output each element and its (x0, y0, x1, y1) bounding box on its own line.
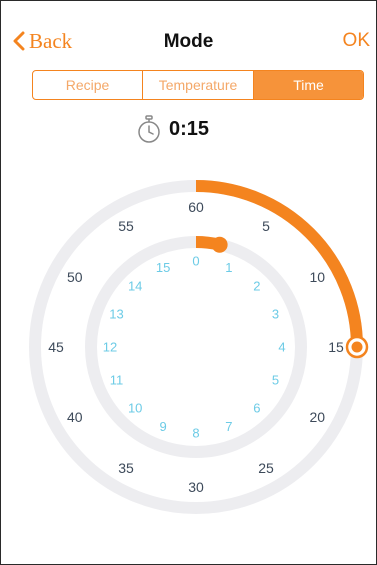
app-screen: Back Mode OK Recipe Temperature Time 0:1… (0, 0, 377, 565)
minute-tick-label: 30 (188, 479, 204, 495)
hour-tick-label: 14 (128, 279, 142, 294)
hour-tick-label: 8 (192, 426, 199, 441)
hour-tick-label: 12 (103, 340, 117, 355)
minute-tick-label: 15 (328, 339, 344, 355)
hour-tick-label: 0 (192, 254, 199, 269)
hour-tick-label: 2 (253, 279, 260, 294)
minute-tick-label: 60 (188, 199, 204, 215)
hour-tick-label: 1 (225, 260, 232, 275)
hour-tick-label: 4 (278, 340, 285, 355)
hours-drag-handle[interactable] (211, 236, 228, 253)
hour-tick-label: 15 (156, 260, 170, 275)
minutes-drag-handle-dot (351, 341, 363, 353)
hour-tick-label: 3 (272, 307, 279, 322)
minute-tick-label: 45 (48, 339, 64, 355)
minute-tick-label: 35 (118, 460, 134, 476)
minute-tick-label: 40 (67, 409, 83, 425)
minute-tick-label: 20 (309, 409, 325, 425)
hour-tick-label: 5 (272, 372, 279, 387)
hour-tick-label: 6 (253, 400, 260, 415)
hour-tick-label: 9 (159, 419, 166, 434)
minute-tick-label: 10 (309, 269, 325, 285)
minute-tick-label: 50 (67, 269, 83, 285)
hour-tick-label: 10 (128, 400, 142, 415)
hour-tick-label: 11 (110, 372, 124, 387)
minute-tick-label: 5 (262, 218, 270, 234)
time-dial[interactable]: 605101520253035404550550 1234567891011121… (1, 1, 376, 564)
minute-tick-label: 55 (118, 218, 134, 234)
hour-tick-label: 13 (109, 307, 123, 322)
minute-tick-label: 25 (258, 460, 274, 476)
minutes-progress-arc (195, 180, 363, 348)
hours-track (85, 236, 307, 458)
hour-tick-label: 7 (225, 419, 232, 434)
